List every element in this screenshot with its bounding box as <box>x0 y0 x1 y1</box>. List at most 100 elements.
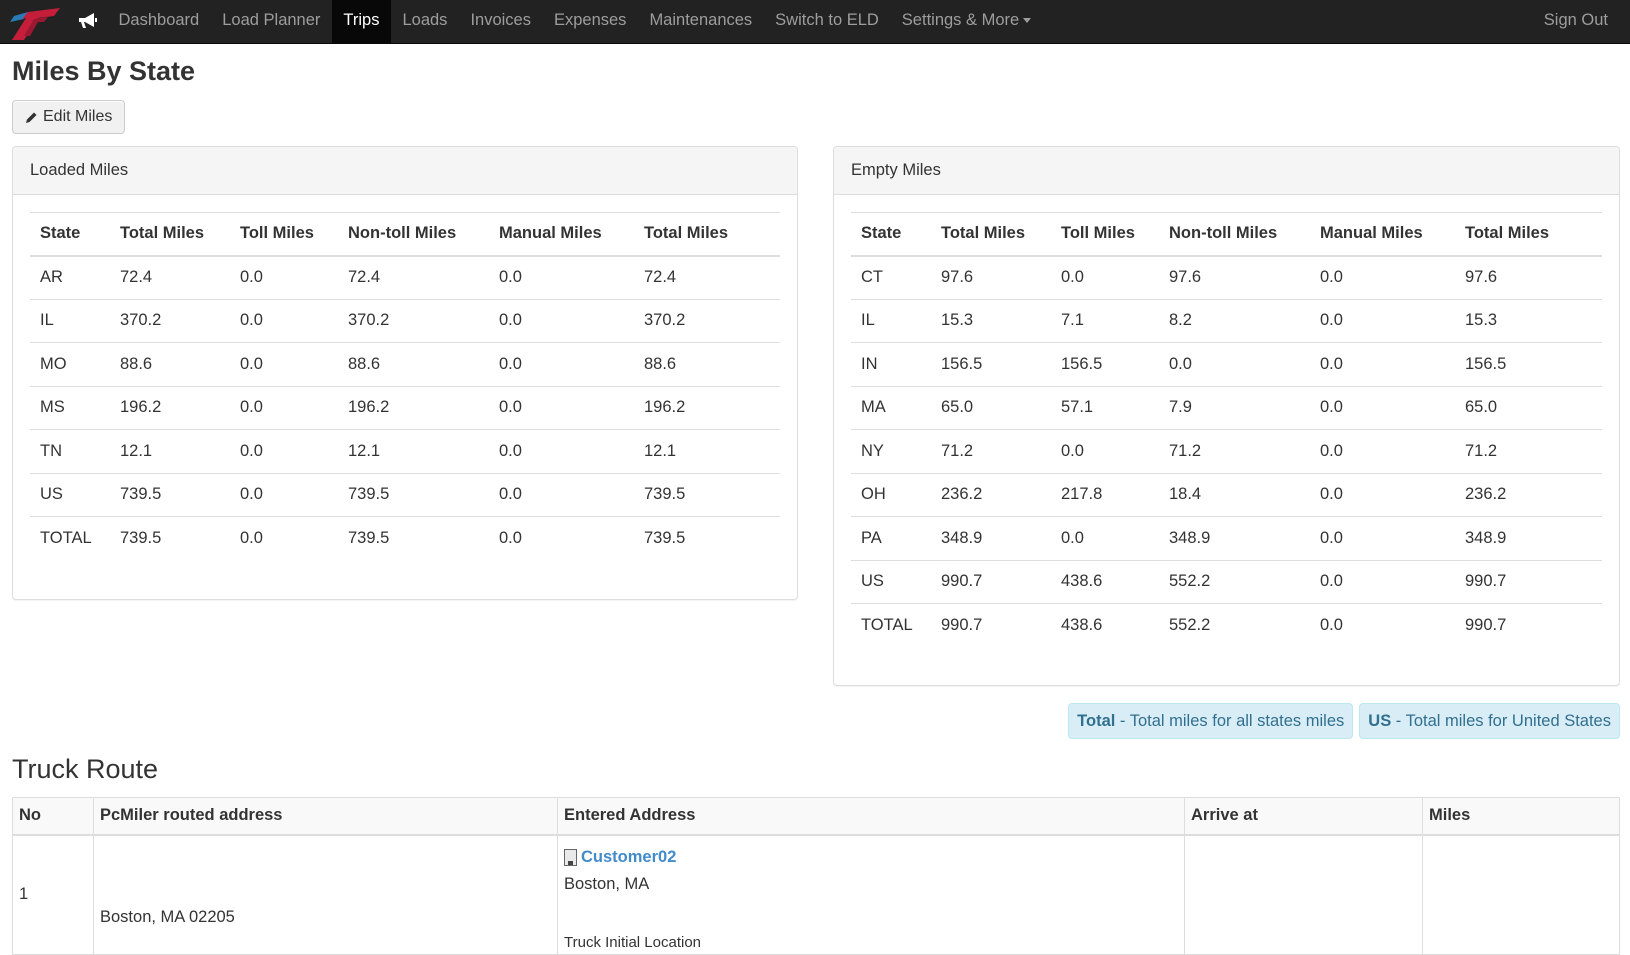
miles-cell: 438.6 <box>1051 559 1159 604</box>
miles-cell: 12.1 <box>634 429 780 473</box>
miles-cell: 71.2 <box>1455 429 1602 473</box>
miles-cell: 0.0 <box>489 298 634 343</box>
table-row: AR 72.4 0.0 72.4 0.0 72.4 <box>30 256 780 300</box>
legend-total-text: - Total miles for all states miles <box>1115 712 1345 730</box>
table-row: US 739.5 0.0 739.5 0.0 739.5 <box>30 472 780 517</box>
table-row: IN 156.5 156.5 0.0 0.0 156.5 <box>851 342 1602 386</box>
miles-cell: 0.0 <box>230 342 338 386</box>
column-header: Total Miles <box>634 212 780 257</box>
route-entered-address: Customer02 Boston, MA Truck Initial Loca… <box>557 834 1185 955</box>
legend-us-key: US <box>1368 712 1392 730</box>
miles-cell: 552.2 <box>1159 603 1310 647</box>
loaded-miles-panel: Loaded Miles State Total Miles Toll Miles N… <box>12 146 798 600</box>
miles-cell: 0.0 <box>1310 429 1455 473</box>
miles-cell: 739.5 <box>634 516 780 560</box>
miles-cell: 8.2 <box>1159 298 1310 343</box>
nav-settings-dropdown[interactable]: Settings & More <box>890 0 1042 44</box>
miles-cell: 990.7 <box>1455 559 1602 604</box>
table-row: PA 348.9 0.0 348.9 0.0 348.9 <box>851 516 1602 560</box>
miles-cell: 0.0 <box>489 385 634 430</box>
sign-out-link[interactable]: Sign Out <box>1544 0 1608 44</box>
nav-menu: Dashboard Load Planner Trips Loads Invoi… <box>107 0 1043 44</box>
miles-cell: 0.0 <box>1310 472 1455 517</box>
miles-cell: 990.7 <box>931 559 1051 604</box>
truck-route-table: No PcMiler routed address Entered Addres… <box>12 797 1620 955</box>
miles-cell: 196.2 <box>338 385 489 430</box>
miles-cell: 0.0 <box>489 472 634 517</box>
miles-cell: 0.0 <box>1061 268 1084 286</box>
miles-cell: 15.3 <box>1455 298 1602 343</box>
route-pcmiler-address: Boston, MA 02205 <box>93 834 558 955</box>
table-row: NY 71.2 0.0 71.2 0.0 71.2 <box>851 429 1602 473</box>
miles-cell: 739.5 <box>110 516 230 560</box>
miles-cell: 88.6 <box>338 342 489 386</box>
nav-settings-label: Settings & More <box>901 11 1020 29</box>
caret-down-icon <box>1023 18 1032 24</box>
miles-cell: 72.4 <box>348 268 381 286</box>
loaded-miles-heading: Loaded Miles <box>13 147 797 195</box>
miles-cell: 0.0 <box>1310 385 1455 430</box>
nav-dashboard[interactable]: Dashboard <box>107 0 211 44</box>
col-miles: Miles <box>1422 797 1620 836</box>
nav-trips[interactable]: Trips <box>331 0 391 44</box>
miles-cell: 0.0 <box>230 298 338 343</box>
miles-cell: 0.0 <box>1051 516 1159 560</box>
nav-maintenances[interactable]: Maintenances <box>638 0 764 44</box>
column-header: Total Miles <box>110 212 230 257</box>
miles-cell: 71.2 <box>1159 429 1310 473</box>
miles-cell: 97.6 <box>941 268 974 286</box>
legend-us-text: - Total miles for United States <box>1391 712 1611 730</box>
state-cell: PA <box>851 516 931 560</box>
nav-load-planner[interactable]: Load Planner <box>211 0 332 44</box>
miles-cell: 552.2 <box>1159 559 1310 604</box>
miles-cell: 739.5 <box>110 472 230 517</box>
miles-cell: 739.5 <box>338 472 489 517</box>
company-logo[interactable] <box>8 6 60 40</box>
nav-expenses[interactable]: Expenses <box>542 0 637 44</box>
miles-cell: 97.6 <box>1169 268 1202 286</box>
miles-cell: 57.1 <box>1051 385 1159 430</box>
miles-cell: 88.6 <box>110 342 230 386</box>
state-cell: AR <box>40 268 63 286</box>
nav-invoices[interactable]: Invoices <box>459 0 543 44</box>
miles-cell: 0.0 <box>489 516 634 560</box>
table-row: OH 236.2 217.8 18.4 0.0 236.2 <box>851 472 1602 517</box>
state-cell: IL <box>30 298 110 343</box>
state-cell: OH <box>851 472 931 517</box>
megaphone-icon[interactable] <box>76 11 98 31</box>
miles-cell: 0.0 <box>230 516 338 560</box>
nav-switch-to-eld[interactable]: Switch to ELD <box>764 0 891 44</box>
miles-cell: 370.2 <box>110 298 230 343</box>
column-header: Non-toll Miles <box>338 212 489 257</box>
miles-cell: 0.0 <box>1320 268 1343 286</box>
table-row: TOTAL 739.5 0.0 739.5 0.0 739.5 <box>30 516 780 560</box>
route-arrive-at <box>1184 834 1423 955</box>
legend-total: Total - Total miles for all states miles <box>1068 703 1354 739</box>
state-cell: US <box>851 559 931 604</box>
edit-miles-button[interactable]: Edit Miles <box>12 100 125 134</box>
state-cell: TN <box>30 429 110 473</box>
col-pcmiler-address: PcMiler routed address <box>93 797 558 836</box>
state-cell: TOTAL <box>851 603 931 647</box>
miles-cell: 739.5 <box>338 516 489 560</box>
miles-cell: 0.0 <box>240 268 263 286</box>
table-row: IL 15.3 7.1 8.2 0.0 15.3 <box>851 298 1602 343</box>
truck-route-title: Truck Route <box>12 754 159 784</box>
miles-cell: 196.2 <box>110 385 230 430</box>
miles-cell: 72.4 <box>120 268 153 286</box>
miles-cell: 72.4 <box>644 268 677 286</box>
state-cell: IN <box>851 342 931 386</box>
customer-link[interactable]: Customer02 <box>581 848 676 867</box>
col-entered-address: Entered Address <box>557 797 1185 836</box>
miles-cell: 7.1 <box>1051 298 1159 343</box>
miles-cell: 0.0 <box>499 268 522 286</box>
table-row: MA 65.0 57.1 7.9 0.0 65.0 <box>851 385 1602 430</box>
table-row: TN 12.1 0.0 12.1 0.0 12.1 <box>30 429 780 473</box>
column-header: State <box>851 212 931 257</box>
miles-cell: 0.0 <box>230 472 338 517</box>
route-miles <box>1422 834 1620 955</box>
state-cell: CT <box>861 268 883 286</box>
nav-loads[interactable]: Loads <box>391 0 459 44</box>
miles-cell: 12.1 <box>110 429 230 473</box>
building-icon <box>564 848 577 866</box>
